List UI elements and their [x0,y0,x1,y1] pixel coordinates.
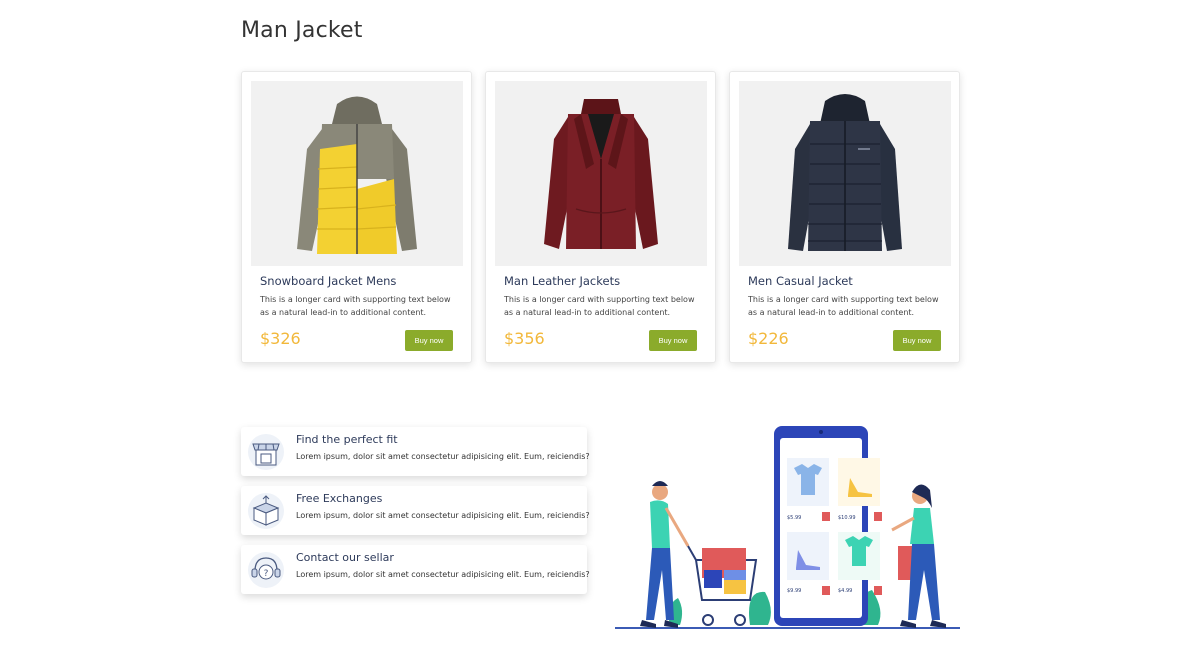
svg-text:?: ? [264,569,269,579]
feature-item-fit: Find the perfect fit Lorem ipsum, dolor … [241,427,590,476]
buy-now-button[interactable]: Buy now [893,330,941,351]
product-price: $326 [260,329,301,348]
product-card: Men Casual Jacket This is a longer card … [729,71,960,363]
product-image[interactable] [251,81,463,266]
feature-item-exchanges: Free Exchanges Lorem ipsum, dolor sit am… [241,486,590,535]
product-image[interactable] [739,81,951,266]
product-price: $226 [748,329,789,348]
product-card: Man Leather Jackets This is a longer car… [485,71,716,363]
product-title[interactable]: Snowboard Jacket Mens [260,274,396,288]
feature-text: Lorem ipsum, dolor sit amet consectetur … [296,570,590,579]
product-image[interactable] [495,81,707,266]
buy-now-button[interactable]: Buy now [649,330,697,351]
jacket-icon [297,96,417,254]
product-description: This is a longer card with supporting te… [504,295,695,317]
product-title[interactable]: Men Casual Jacket [748,274,853,288]
product-description: This is a longer card with supporting te… [748,295,939,317]
buy-now-button[interactable]: Buy now [405,330,453,351]
illustration-price: $4.99 [838,588,852,594]
feature-title: Find the perfect fit [296,433,398,446]
feature-title: Contact our sellar [296,551,394,564]
product-price: $356 [504,329,545,348]
store-icon [248,434,284,470]
shopping-illustration: $5.99 $10.99 $9.99 $4.99 [615,426,960,629]
jacket-icon [544,98,658,249]
feature-title: Free Exchanges [296,492,383,505]
box-icon [248,493,284,529]
feature-text: Lorem ipsum, dolor sit amet consectetur … [296,511,590,520]
page-title: Man Jacket [241,18,363,43]
illustration-price: $10.99 [838,515,856,521]
illustration-price: $5.99 [787,515,801,521]
product-description: This is a longer card with supporting te… [260,295,451,317]
feature-text: Lorem ipsum, dolor sit amet consectetur … [296,452,590,461]
illustration-price: $9.99 [787,588,801,594]
product-card: Snowboard Jacket Mens This is a longer c… [241,71,472,363]
support-icon: ? [248,552,284,588]
feature-item-contact: ? Contact our sellar Lorem ipsum, dolor … [241,545,590,594]
product-title[interactable]: Man Leather Jackets [504,274,620,288]
jacket-icon [788,93,902,251]
